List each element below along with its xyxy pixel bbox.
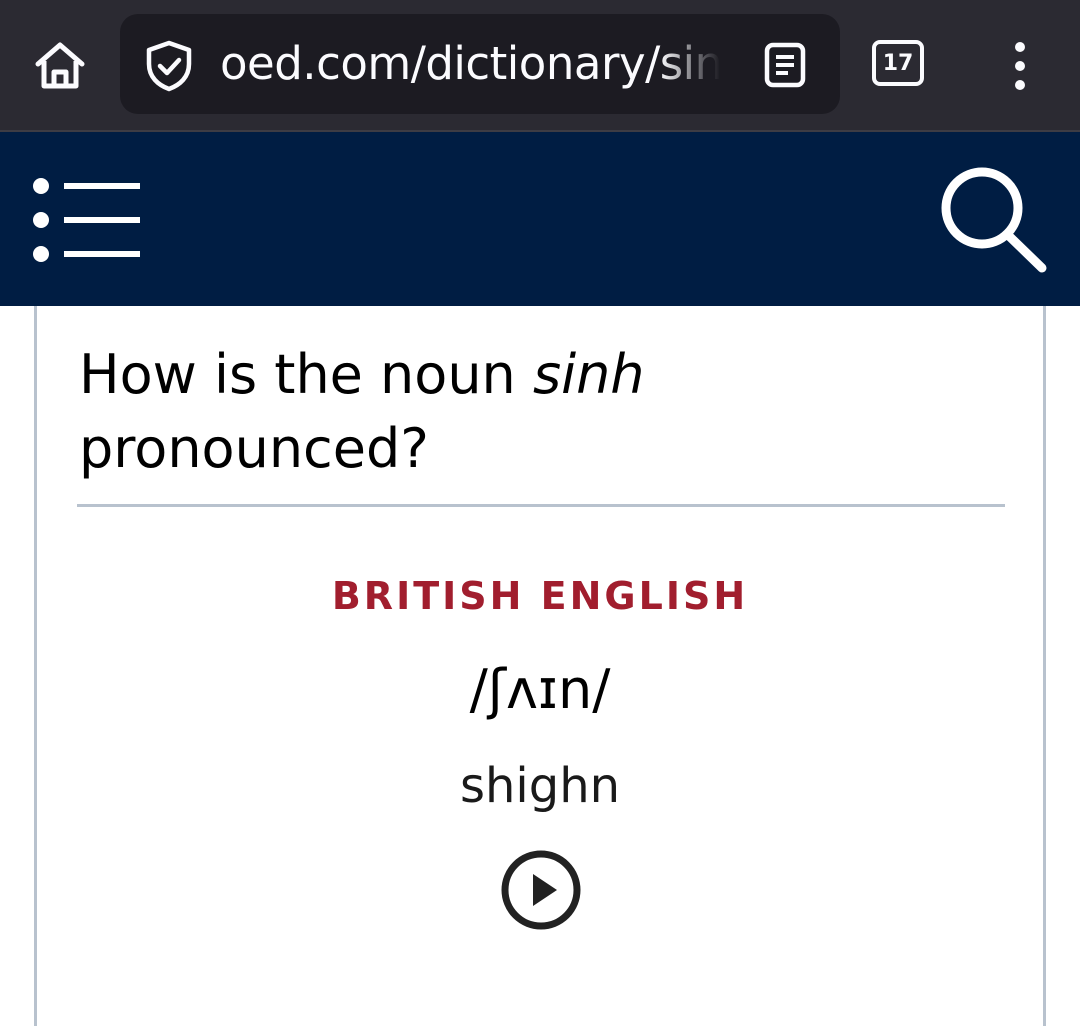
reader-view-icon	[764, 42, 806, 88]
play-audio-button[interactable]	[499, 848, 583, 932]
shield-check-icon[interactable]	[144, 40, 194, 92]
kebab-menu-icon	[1015, 42, 1025, 52]
search-button[interactable]	[936, 164, 1052, 276]
browser-toolbar: oed.com/dictionary/sinh_n 17	[0, 0, 1080, 132]
list-menu-icon	[33, 178, 140, 262]
tab-count: 17	[882, 50, 914, 76]
search-icon	[941, 167, 1047, 273]
address-bar[interactable]: oed.com/dictionary/sinh_n	[120, 14, 840, 114]
headword: sinh	[532, 343, 645, 406]
respelling: shighn	[459, 758, 621, 814]
home-icon	[35, 42, 85, 89]
pronunciation-card: How is the noun sinh pronounced? BRITISH…	[34, 306, 1046, 1026]
nav-menu-button[interactable]	[28, 176, 144, 264]
site-header	[0, 132, 1080, 306]
ipa-transcription: /ʃʌɪn/	[469, 658, 611, 721]
region-label: BRITISH ENGLISH	[331, 574, 749, 618]
url-text[interactable]: oed.com/dictionary/sinh_n	[220, 32, 720, 96]
browser-menu-button[interactable]	[996, 36, 1044, 96]
home-button[interactable]	[22, 34, 98, 98]
pronunciation-heading: How is the noun sinh pronounced?	[79, 343, 645, 480]
divider	[77, 504, 1005, 507]
tabs-counter-button[interactable]: 17	[872, 40, 924, 86]
reader-view-button[interactable]	[756, 36, 814, 94]
